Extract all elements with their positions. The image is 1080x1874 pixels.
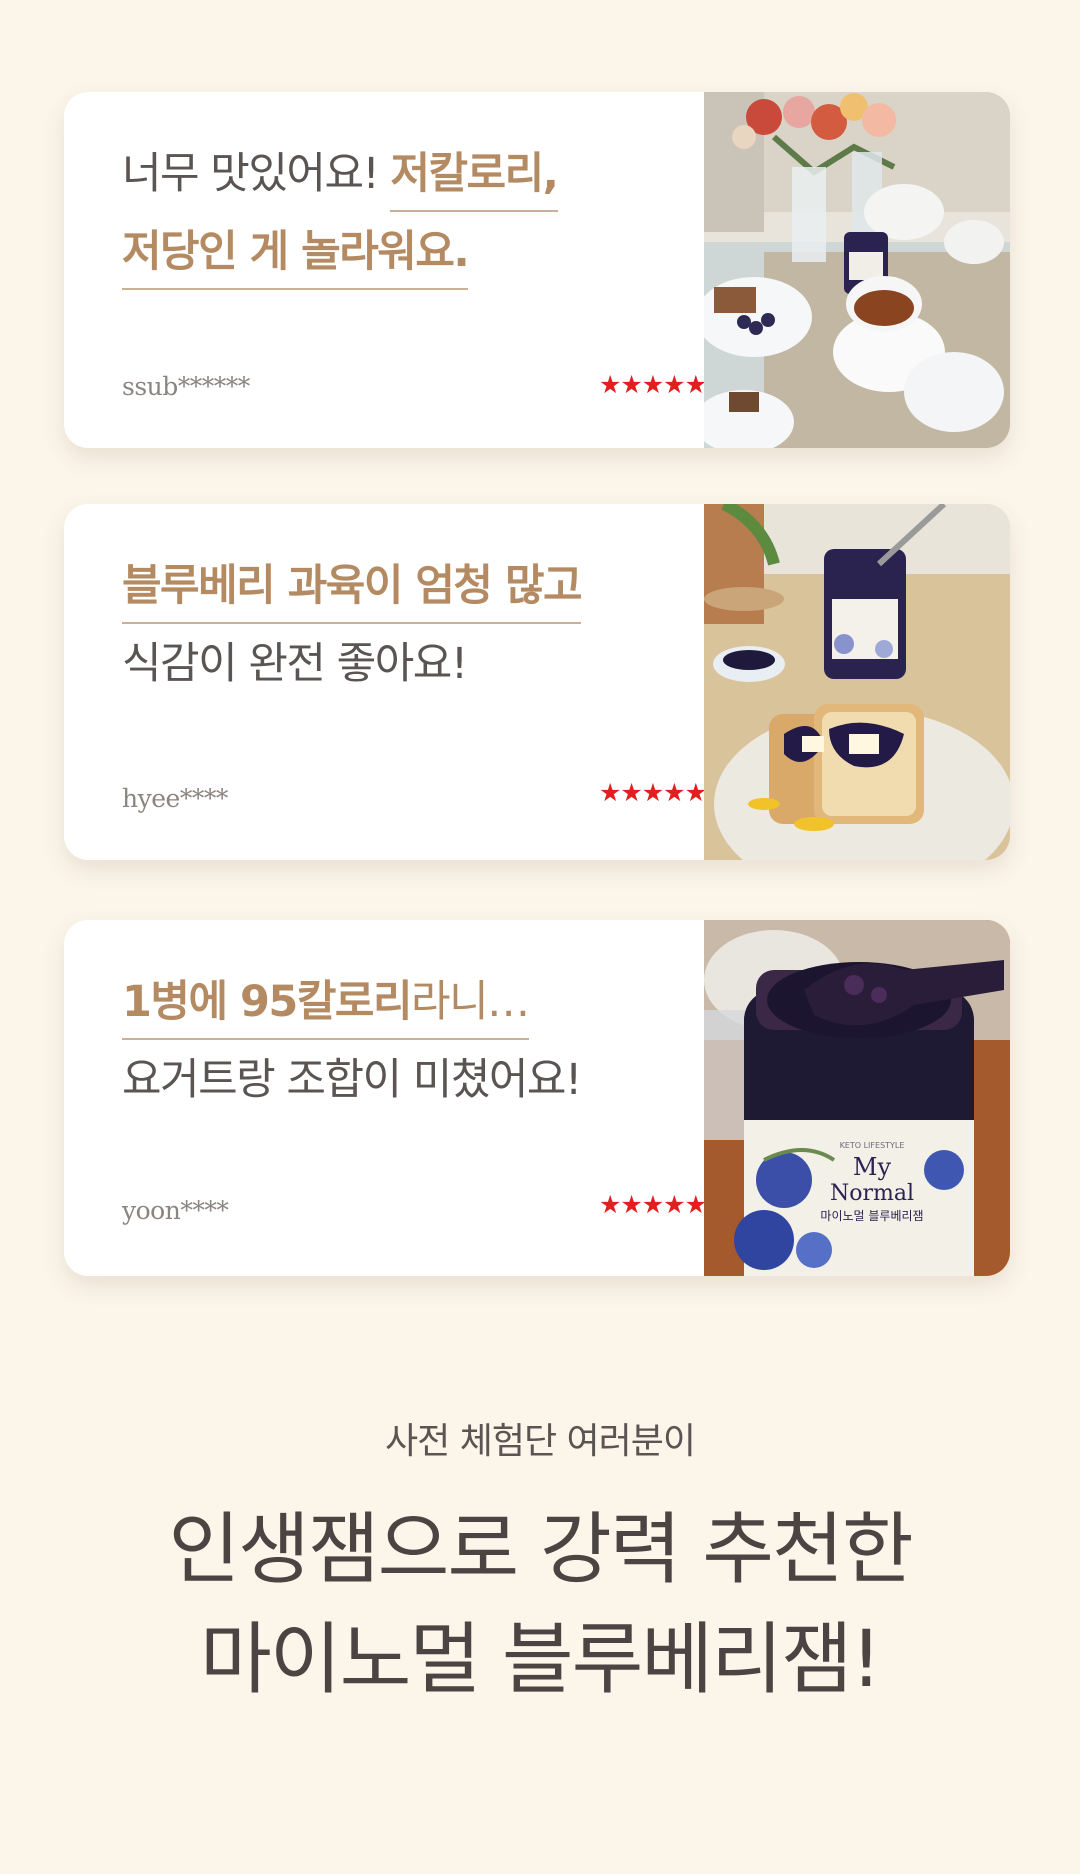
review-card-3: 1병에 95칼로리라니… 요거트랑 조합이 미쳤어요! yoon**** ★★★… <box>64 920 1010 1276</box>
star-rating: ★★★★★ <box>598 778 707 807</box>
star-rating: ★★★★★ <box>598 1190 707 1219</box>
svg-text:My: My <box>853 1153 892 1181</box>
review-card-1: 너무 맛있어요! 저칼로리, 저당인 게 놀라워요. ssub****** ★★… <box>64 92 1010 448</box>
toast-jam-photo <box>704 504 1010 860</box>
review-2-line-2: 식감이 완전 좋아요! <box>122 634 468 694</box>
review-2-plain-text: 식감이 완전 좋아요! <box>122 639 468 689</box>
review-1-highlight-2: 저당인 게 놀라워요. <box>122 222 470 290</box>
footer-subtitle: 사전 체험단 여러분이 <box>385 1421 696 1462</box>
review-3-plain-text: 요거트랑 조합이 미쳤어요! <box>122 1055 582 1105</box>
reviewer-name: yoon**** <box>122 1196 229 1225</box>
review-3-line-1: 1병에 95칼로리라니… <box>122 972 530 1040</box>
review-3-highlight-bold: 1병에 95칼로리 <box>122 977 413 1027</box>
review-text-2: 블루베리 과육이 엄청 많고 식감이 완전 좋아요! hyee**** ★★★★… <box>122 504 722 860</box>
review-1-plain-text: 너무 맛있어요! <box>122 149 391 199</box>
review-3-highlight: 1병에 95칼로리라니… <box>122 972 530 1040</box>
review-3-line-2: 요거트랑 조합이 미쳤어요! <box>122 1050 582 1110</box>
review-3-highlight-soft: 라니… <box>411 977 530 1027</box>
svg-text:마이노멀 블루베리잼: 마이노멀 블루베리잼 <box>820 1209 923 1223</box>
tea-table-photo <box>704 92 1010 448</box>
review-2-highlight: 블루베리 과육이 엄청 많고 <box>122 556 583 624</box>
svg-text:Normal: Normal <box>830 1181 914 1206</box>
svg-text:KETO LIFESTYLE: KETO LIFESTYLE <box>840 1141 905 1150</box>
review-1-highlight: 저칼로리, <box>390 144 559 212</box>
star-rating: ★★★★★ <box>598 370 707 399</box>
jam-jar-photo: My Normal KETO LIFESTYLE 마이노멀 블루베리잼 <box>704 920 1010 1276</box>
review-text-3: 1병에 95칼로리라니… 요거트랑 조합이 미쳤어요! yoon**** ★★★… <box>122 920 722 1276</box>
footer-title-line-2: 마이노멀 블루베리잼! <box>200 1615 882 1705</box>
footer-title-line-1: 인생잼으로 강력 추천한 <box>168 1505 913 1595</box>
review-card-2: 블루베리 과육이 엄청 많고 식감이 완전 좋아요! hyee**** ★★★★… <box>64 504 1010 860</box>
reviewer-name: hyee**** <box>122 784 228 813</box>
review-1-line-1: 너무 맛있어요! 저칼로리, <box>122 144 559 212</box>
reviewer-name: ssub****** <box>122 372 250 401</box>
review-text-1: 너무 맛있어요! 저칼로리, 저당인 게 놀라워요. ssub****** ★★… <box>122 92 722 448</box>
review-1-line-2: 저당인 게 놀라워요. <box>122 222 470 290</box>
review-2-line-1: 블루베리 과육이 엄청 많고 <box>122 556 583 624</box>
